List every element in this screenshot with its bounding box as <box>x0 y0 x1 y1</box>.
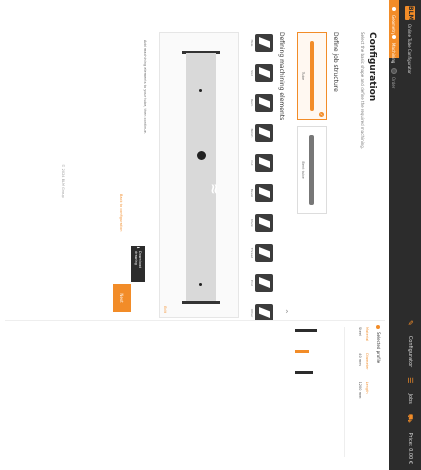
list-icon: ☰ <box>406 377 414 384</box>
bevel-icon <box>255 184 273 202</box>
main-content: Configuration Select the basic shape and… <box>5 14 385 322</box>
brand-text: Online Tube Configurator <box>407 24 413 74</box>
bent-tube-shape-icon <box>309 135 314 205</box>
rectangle-icon <box>255 94 273 112</box>
job-structure-options: ✓ Tube Bent tube <box>297 32 327 214</box>
element-notch[interactable]: Notch <box>250 122 273 144</box>
summary-thumbnail <box>295 329 317 374</box>
download-icon: ⬇ <box>136 246 140 249</box>
page-subtitle: Select the basic shape and define the re… <box>360 32 365 150</box>
top-bar: BLM Online Tube Configurator ✎ Configura… <box>399 0 421 470</box>
summary-col: Material Steel <box>358 327 369 342</box>
mark-icon <box>255 214 273 232</box>
element-mark[interactable]: Mark <box>250 212 273 234</box>
bullet-icon <box>376 325 381 329</box>
rod-right-end <box>182 301 220 304</box>
workpiece-preview[interactable]: ≈ Edit <box>159 32 239 318</box>
element-slot[interactable]: Slot <box>250 62 273 84</box>
element-rect[interactable]: Rect. <box>250 92 273 114</box>
break-mark-icon: ≈ <box>206 183 222 195</box>
machining-title: Defining machining elements <box>278 32 285 121</box>
footer: © 2024 BLM Group <box>61 164 65 198</box>
nav-configurator[interactable]: Configurator <box>407 336 413 367</box>
profile-bar <box>295 350 309 353</box>
step-dot <box>391 34 397 40</box>
top-actions: ✎ Configurator ☰ Jobs ⛟ Price: 0.00 € <box>406 320 415 464</box>
hole-icon <box>255 34 273 52</box>
element-cut[interactable]: Cut <box>250 152 273 174</box>
end-icon <box>255 274 273 292</box>
slot-icon <box>255 64 273 82</box>
notch-icon <box>255 124 273 142</box>
summary-panel: Selected profile Material Steel Diameter… <box>5 320 385 466</box>
summary-columns: Material Steel Diameter 40 mm Length 120… <box>358 327 369 398</box>
hole-marker[interactable] <box>197 151 206 160</box>
element-thread[interactable]: Thread <box>250 242 273 264</box>
job-card-tube[interactable]: ✓ Tube <box>297 32 327 120</box>
hole-marker[interactable] <box>199 283 202 286</box>
profile-bar <box>295 329 317 332</box>
step-dot <box>391 6 397 12</box>
thread-icon <box>255 244 273 262</box>
nav-price[interactable]: Price: 0.00 € <box>407 433 413 464</box>
step-machining[interactable]: Machining <box>391 34 397 63</box>
profile-bar <box>295 371 313 374</box>
back-link[interactable]: Back to configuration <box>119 194 123 231</box>
step-geometry[interactable]: Geometry <box>391 6 397 35</box>
job-structure-title: Define job structure <box>332 32 339 92</box>
app-window: BLM Online Tube Configurator ✎ Configura… <box>0 0 421 470</box>
job-card-bent-tube[interactable]: Bent tube <box>297 126 327 214</box>
preview-edit-link[interactable]: Edit <box>163 306 167 313</box>
step-order[interactable]: Order <box>391 68 397 88</box>
brand[interactable]: BLM Online Tube Configurator <box>405 6 415 74</box>
step-progress: Geometry Machining Order <box>389 0 399 470</box>
wrench-icon: ✎ <box>406 319 414 326</box>
check-icon: ✓ <box>319 112 324 117</box>
divider <box>344 327 345 457</box>
summary-col: Diameter 40 mm <box>358 353 369 370</box>
summary-col: Length 1200 mm <box>358 381 369 399</box>
download-drawing-button[interactable]: ⬇ Download drawing <box>131 246 145 282</box>
summary-heading: Selected profile <box>376 325 381 363</box>
nav-jobs[interactable]: Jobs <box>407 394 413 404</box>
tube-shape-icon <box>310 41 314 111</box>
hole-marker[interactable] <box>199 89 202 92</box>
element-bevel[interactable]: Bevel <box>250 182 273 204</box>
info-text: Add machining elements to your tube, the… <box>143 40 147 134</box>
cart-icon: ⛟ <box>406 413 415 423</box>
element-hole[interactable]: Hole <box>250 32 273 54</box>
page-title: Configuration <box>367 32 377 102</box>
step-dot <box>391 68 397 74</box>
cut-icon <box>255 154 273 172</box>
element-end[interactable]: End <box>250 272 273 294</box>
machining-elements: Hole Slot Rect. Notch Cut Bevel Mark Thr… <box>250 32 273 324</box>
chevron-up-icon[interactable]: ⌃ <box>280 308 289 315</box>
next-button[interactable]: Next <box>113 284 131 312</box>
brand-logo: BLM <box>405 6 415 21</box>
